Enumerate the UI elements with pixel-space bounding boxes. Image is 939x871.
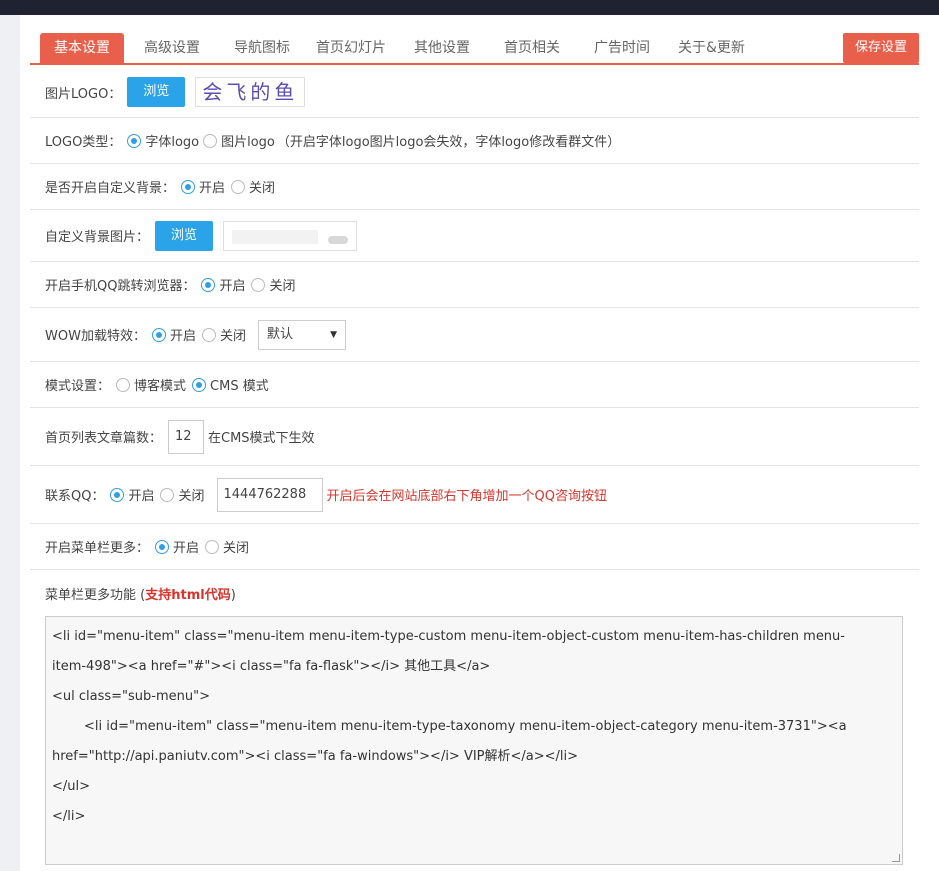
- row-menu-more-func: 菜单栏更多功能 (支持html代码): [30, 570, 919, 616]
- wow-off-radio[interactable]: [201, 327, 216, 342]
- qq-browser-on-label: 开启: [219, 279, 246, 294]
- custom-bg-off-radio[interactable]: [231, 179, 246, 194]
- mode-label: 模式设置：: [45, 379, 111, 394]
- code-line: href="http://api.paniutv.com"><i class="…: [52, 749, 579, 764]
- menu-more-on-label: 开启: [173, 541, 200, 556]
- wow-label: WOW加载特效：: [45, 329, 146, 344]
- tab-ad-time[interactable]: 广告时间: [594, 33, 650, 63]
- menu-html-textarea[interactable]: <li id="menu-item" class="menu-item menu…: [45, 616, 903, 865]
- logo-browse-button[interactable]: 浏览: [127, 77, 186, 107]
- code-line: item-498"><a href="#"><i class="fa fa-fl…: [52, 659, 491, 674]
- custom-bg-on-label: 开启: [199, 181, 226, 196]
- code-line: </li>: [52, 809, 86, 824]
- code-line: <li id="menu-item" class="menu-item menu…: [84, 719, 847, 734]
- menu-more-on-radio[interactable]: [155, 539, 170, 554]
- contact-qq-off-radio[interactable]: [160, 487, 175, 502]
- bg-image-label: 自定义背景图片：: [45, 230, 150, 245]
- mode-cms-radio[interactable]: [192, 377, 207, 392]
- mode-blog-radio[interactable]: [116, 377, 131, 392]
- tab-other[interactable]: 其他设置: [414, 33, 470, 63]
- row-menu-more: 开启菜单栏更多： 开启 关闭: [30, 524, 919, 570]
- logo-type-text-radio[interactable]: [127, 133, 142, 148]
- chevron-down-icon: ▼: [330, 329, 337, 340]
- wow-effect-select-value: 默认: [266, 326, 293, 342]
- custom-bg-off-label: 关闭: [249, 181, 276, 196]
- tab-bar: 基本设置 高级设置 导航图标 首页幻灯片 其他设置 首页相关 广告时间 关于&更…: [30, 33, 919, 65]
- contact-qq-input[interactable]: 1444762288: [216, 477, 323, 512]
- tab-homepage[interactable]: 首页相关: [504, 33, 560, 63]
- qq-browser-label: 开启手机QQ跳转浏览器：: [45, 279, 196, 294]
- row-wow: WOW加载特效： 开启 关闭 默认 ▼: [30, 308, 919, 362]
- logo-preview-text: 会飞的鱼: [202, 80, 299, 104]
- row-bg-image: 自定义背景图片： 浏览: [30, 210, 919, 262]
- custom-bg-on-radio[interactable]: [181, 179, 196, 194]
- wow-on-label: 开启: [169, 329, 196, 344]
- top-bar: [0, 0, 939, 15]
- settings-panel: 基本设置 高级设置 导航图标 首页幻灯片 其他设置 首页相关 广告时间 关于&更…: [20, 15, 939, 871]
- wow-effect-select[interactable]: 默认 ▼: [257, 319, 346, 350]
- contact-qq-on-radio[interactable]: [110, 487, 125, 502]
- tab-about-update[interactable]: 关于&更新: [678, 33, 745, 63]
- bg-image-browse-button[interactable]: 浏览: [155, 220, 214, 251]
- row-logo-image: 图片LOGO： 浏览 会飞的鱼: [30, 67, 919, 118]
- contact-qq-off-label: 关闭: [178, 489, 205, 504]
- menu-more-func-suffix: ): [230, 587, 236, 603]
- menu-more-func-label: 菜单栏更多功能 (支持html代码): [45, 584, 236, 603]
- qq-browser-off-radio[interactable]: [251, 277, 266, 292]
- menu-more-off-label: 关闭: [223, 541, 250, 556]
- row-mode: 模式设置： 博客模式 CMS 模式: [30, 362, 919, 408]
- tab-slideshow[interactable]: 首页幻灯片: [316, 33, 386, 63]
- row-custom-bg: 是否开启自定义背景： 开启 关闭: [30, 164, 919, 210]
- article-count-note: 在CMS模式下生效: [208, 431, 315, 446]
- logo-type-image-radio[interactable]: [203, 133, 218, 148]
- contact-qq-note: 开启后会在网站底部右下角增加一个QQ咨询按钮: [326, 489, 607, 504]
- row-contact-qq: 联系QQ： 开启 关闭 1444762288 开启后会在网站底部右下角增加一个Q…: [30, 466, 919, 524]
- code-line: <li id="menu-item" class="menu-item menu…: [52, 629, 845, 644]
- bg-image-preview: [223, 220, 358, 251]
- mode-blog-label: 博客模式: [134, 379, 187, 394]
- resize-handle[interactable]: [892, 854, 900, 862]
- menu-more-label: 开启菜单栏更多：: [45, 541, 150, 556]
- contact-qq-on-label: 开启: [128, 489, 155, 504]
- row-qq-browser: 开启手机QQ跳转浏览器： 开启 关闭: [30, 262, 919, 308]
- logo-type-label: LOGO类型：: [45, 135, 122, 150]
- menu-more-func-prefix: 菜单栏更多功能 (: [45, 587, 146, 603]
- qq-browser-off-label: 关闭: [269, 279, 296, 294]
- row-logo-type: LOGO类型： 字体logo 图片logo （开启字体logo图片logo会失效…: [30, 118, 919, 164]
- row-article-count: 首页列表文章篇数： 12 在CMS模式下生效: [30, 408, 919, 466]
- qq-browser-on-radio[interactable]: [201, 277, 216, 292]
- custom-bg-label: 是否开启自定义背景：: [45, 181, 176, 196]
- wow-on-radio[interactable]: [151, 327, 166, 342]
- mode-cms-label: CMS 模式: [210, 379, 269, 394]
- code-line: </ul>: [52, 779, 91, 794]
- wow-off-label: 关闭: [219, 329, 246, 344]
- save-settings-button[interactable]: 保存设置: [842, 33, 919, 63]
- logo-type-note: （开启字体logo图片logo会失效，字体logo修改看群文件）: [276, 135, 621, 150]
- logo-type-image-label: 图片logo: [221, 135, 275, 150]
- article-count-input[interactable]: 12: [168, 419, 205, 454]
- logo-type-text-label: 字体logo: [145, 135, 200, 150]
- logo-preview: 会飞的鱼: [195, 77, 306, 107]
- menu-more-off-radio[interactable]: [205, 539, 220, 554]
- logo-image-label: 图片LOGO：: [45, 86, 122, 102]
- menu-more-func-strong: 支持html代码: [145, 587, 231, 603]
- code-line: <ul class="sub-menu">: [52, 689, 210, 704]
- tab-nav-icons[interactable]: 导航图标: [234, 33, 290, 63]
- tab-advanced[interactable]: 高级设置: [144, 33, 200, 63]
- tab-basic[interactable]: 基本设置: [40, 33, 124, 63]
- article-count-label: 首页列表文章篇数：: [45, 431, 163, 446]
- contact-qq-label: 联系QQ：: [45, 489, 105, 504]
